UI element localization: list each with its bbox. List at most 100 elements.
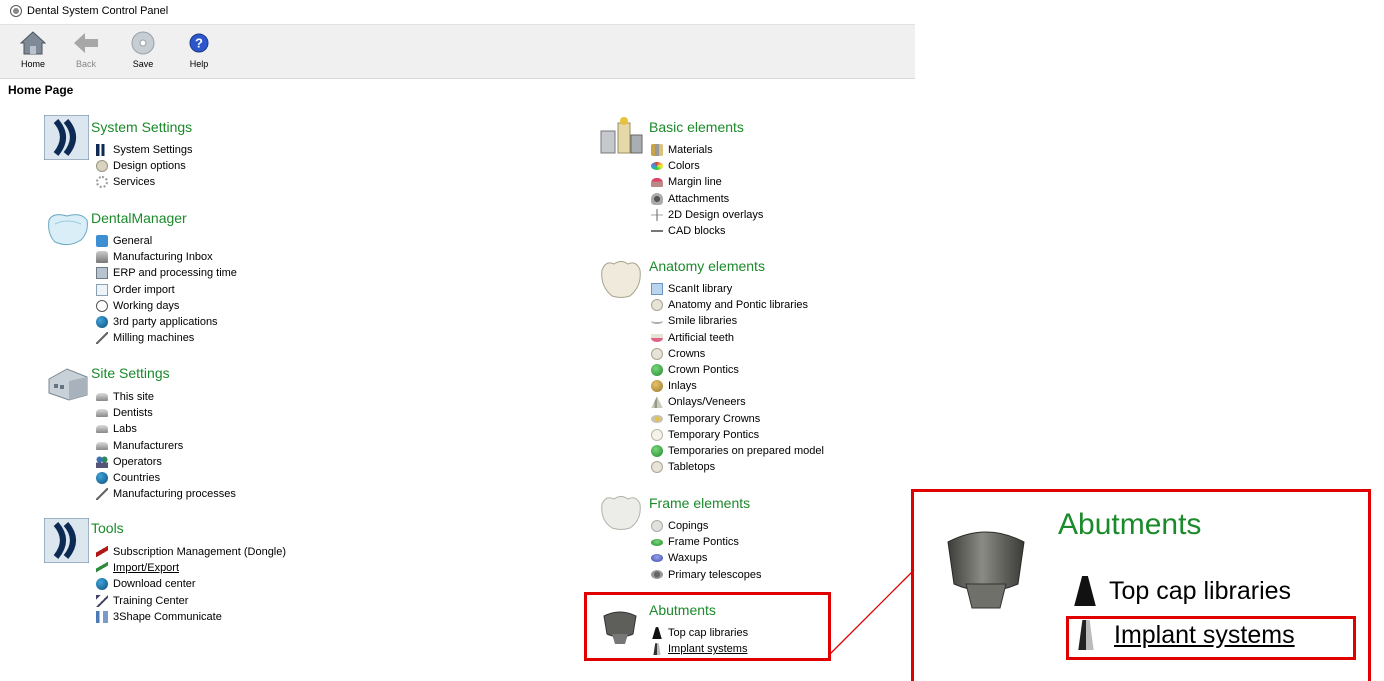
list-item[interactable]: This site xyxy=(96,389,236,405)
anatomy-tooth-icon xyxy=(601,261,641,298)
colors-icon xyxy=(651,162,663,171)
zoom-title-abutments: Abutments xyxy=(1058,508,1202,541)
zoom-item-implant-systems[interactable]: Implant systems xyxy=(1074,620,1295,650)
building-icon xyxy=(96,409,108,418)
list-item[interactable]: Countries xyxy=(96,470,236,486)
cad-blocks-icon xyxy=(651,225,663,238)
list-item[interactable]: Temporaries on prepared model xyxy=(651,443,824,459)
home-button[interactable]: Home xyxy=(11,29,55,69)
milling-tool-icon xyxy=(96,332,108,345)
list-item[interactable]: Top cap libraries xyxy=(651,625,748,641)
list-item[interactable]: Order import xyxy=(96,282,237,298)
globe-icon xyxy=(96,578,108,591)
top-cap-icon xyxy=(1074,576,1096,606)
list-item[interactable]: Design options xyxy=(96,158,192,174)
section-title-system-settings[interactable]: System Settings xyxy=(91,119,192,135)
list-item[interactable]: Implant systems xyxy=(651,641,748,657)
temporaries-on-model-icon xyxy=(651,444,663,457)
section-title-dental-manager[interactable]: DentalManager xyxy=(91,210,187,226)
list-item[interactable]: Import/Export xyxy=(96,560,286,576)
section-title-tools[interactable]: Tools xyxy=(91,520,124,536)
list-item[interactable]: Margin line xyxy=(651,174,763,190)
home-icon xyxy=(19,31,47,55)
list-item[interactable]: Smile libraries xyxy=(651,313,824,329)
list-item[interactable]: Training Center xyxy=(96,593,286,609)
window-title: Dental System Control Panel xyxy=(27,5,169,17)
dongle-icon xyxy=(96,546,108,559)
list-item[interactable]: CAD blocks xyxy=(651,223,763,239)
list-item[interactable]: Frame Pontics xyxy=(651,534,762,550)
save-disc-icon xyxy=(131,31,155,55)
list-item[interactable]: Onlays/Veneers xyxy=(651,394,824,410)
app-icon xyxy=(10,5,22,17)
list-item[interactable]: Services xyxy=(96,174,192,190)
list-item[interactable]: 2D Design overlays xyxy=(651,207,763,223)
tooth-icon xyxy=(651,299,663,312)
frame-tooth-icon xyxy=(601,496,641,530)
list-item[interactable]: Tabletops xyxy=(651,459,824,475)
erp-icon xyxy=(96,267,108,280)
list-item[interactable]: Manufacturing processes xyxy=(96,486,236,502)
section-title-site-settings[interactable]: Site Settings xyxy=(91,365,170,381)
list-item[interactable]: 3Shape Communicate xyxy=(96,609,286,625)
system-settings-list: System Settings Design options Services xyxy=(96,142,192,191)
section-title-abutments[interactable]: Abutments xyxy=(649,602,716,618)
abutment-icon xyxy=(603,611,637,644)
section-title-anatomy-elements[interactable]: Anatomy elements xyxy=(649,258,765,274)
list-item[interactable]: Subscription Management (Dongle) xyxy=(96,544,286,560)
list-item[interactable]: Manufacturers xyxy=(96,438,236,454)
materials-icon xyxy=(651,144,663,157)
list-item[interactable]: System Settings xyxy=(96,142,192,158)
general-icon xyxy=(96,235,108,248)
system-settings-icon xyxy=(96,144,108,157)
list-item[interactable]: Milling machines xyxy=(96,330,237,346)
building-icon xyxy=(96,393,108,402)
gear-icon xyxy=(96,176,108,189)
coping-icon xyxy=(651,520,663,533)
frame-elements-list: Copings Frame Pontics Waxups Primary tel… xyxy=(651,518,762,583)
basic-elements-icon xyxy=(600,117,643,154)
list-item[interactable]: Attachments xyxy=(651,191,763,207)
list-item[interactable]: Temporary Crowns xyxy=(651,411,824,427)
help-icon: ? xyxy=(189,33,209,53)
save-button[interactable]: Save xyxy=(121,29,165,69)
abutment-zoom-icon xyxy=(947,531,1025,609)
list-item[interactable]: Download center xyxy=(96,576,286,592)
artificial-teeth-icon xyxy=(651,333,663,342)
scanit-library-icon xyxy=(651,283,663,296)
title-bar: Dental System Control Panel xyxy=(0,0,920,22)
help-button[interactable]: ? Help xyxy=(177,29,221,69)
smile-icon xyxy=(651,318,663,325)
list-item[interactable]: Crowns xyxy=(651,346,824,362)
list-item[interactable]: Manufacturing Inbox xyxy=(96,249,237,265)
section-title-basic-elements[interactable]: Basic elements xyxy=(649,119,744,135)
list-item[interactable]: Copings xyxy=(651,518,762,534)
list-item[interactable]: Waxups xyxy=(651,550,762,566)
list-item[interactable]: Colors xyxy=(651,158,763,174)
list-item[interactable]: 3rd party applications xyxy=(96,314,237,330)
globe-icon xyxy=(96,472,108,485)
communicate-icon xyxy=(96,610,108,623)
temporary-crown-icon xyxy=(651,414,663,423)
list-item[interactable]: General xyxy=(96,233,237,249)
abutments-list: Top cap libraries Implant systems xyxy=(651,625,748,657)
list-item[interactable]: Inlays xyxy=(651,378,824,394)
zoom-item-top-cap-libraries: Top cap libraries xyxy=(1073,576,1291,606)
list-item[interactable]: Dentists xyxy=(96,405,236,421)
list-item[interactable]: Materials xyxy=(651,142,763,158)
back-button[interactable]: Back xyxy=(64,29,108,69)
anatomy-elements-list: ScanIt library Anatomy and Pontic librar… xyxy=(651,281,824,475)
list-item[interactable]: ScanIt library xyxy=(651,281,824,297)
list-item[interactable]: Temporary Pontics xyxy=(651,427,824,443)
list-item[interactable]: Crown Pontics xyxy=(651,362,824,378)
list-item[interactable]: Working days xyxy=(96,298,237,314)
section-title-frame-elements[interactable]: Frame elements xyxy=(649,495,750,511)
list-item[interactable]: Anatomy and Pontic libraries xyxy=(651,297,824,313)
inlay-icon xyxy=(651,380,663,393)
list-item[interactable]: Labs xyxy=(96,421,236,437)
list-item[interactable]: Operators xyxy=(96,454,236,470)
list-item[interactable]: Primary telescopes xyxy=(651,567,762,583)
tabletop-icon xyxy=(651,461,663,474)
list-item[interactable]: Artificial teeth xyxy=(651,330,824,346)
list-item[interactable]: ERP and processing time xyxy=(96,265,237,281)
